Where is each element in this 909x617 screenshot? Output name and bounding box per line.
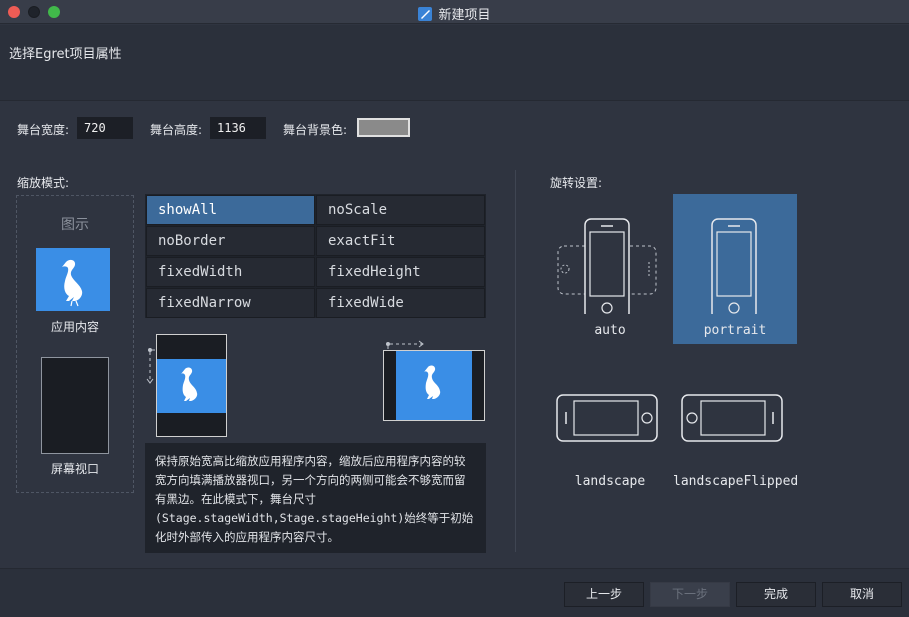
scale-mode-grid: showAll noScale noBorder exactFit fixedW… <box>145 194 486 318</box>
next-button[interactable]: 下一步 <box>650 582 730 607</box>
egret-app-icon <box>418 7 433 21</box>
scale-mode-noscale[interactable]: noScale <box>316 195 485 225</box>
stage-height-input[interactable]: 1136 <box>210 117 266 139</box>
showall-portrait-diagram <box>156 334 227 437</box>
stage-bg-color-picker[interactable] <box>357 118 410 137</box>
page-title: 选择Egret项目属性 <box>9 47 122 62</box>
scale-mode-description: 保持原始宽高比缩放应用程序内容，缩放后应用程序内容的较宽方向填满播放器视口，另一… <box>145 443 486 553</box>
scale-mode-noborder[interactable]: noBorder <box>146 226 315 256</box>
scale-mode-fixedwide[interactable]: fixedWide <box>316 288 485 318</box>
screen-viewport-icon <box>41 357 109 454</box>
stage-width-input[interactable]: 720 <box>77 117 133 139</box>
rotation-landscape-label: landscape <box>574 474 646 489</box>
preview-title: 图示 <box>61 217 89 233</box>
header-band: 选择Egret项目属性 <box>0 25 909 101</box>
portrait-rotation-icon <box>711 218 757 320</box>
rotation-label: 旋转设置: <box>550 176 603 190</box>
rotation-option-portrait[interactable]: portrait <box>673 194 797 344</box>
scale-mode-label: 缩放模式: <box>17 176 70 190</box>
section-divider <box>515 170 516 552</box>
cancel-button[interactable]: 取消 <box>822 582 902 607</box>
stage-height-label: 舞台高度: <box>150 123 203 137</box>
stage-bg-label: 舞台背景色: <box>283 123 348 137</box>
scale-mode-showall[interactable]: showAll <box>146 195 315 225</box>
title-bar: 新建项目 <box>0 0 909 24</box>
scale-preview-legend: 图示 应用内容 屏幕视口 <box>16 195 134 493</box>
showall-landscape-diagram <box>383 350 485 421</box>
screen-viewport-label: 屏幕视口 <box>50 462 99 476</box>
rotation-option-auto[interactable]: auto <box>548 194 672 344</box>
prev-button[interactable]: 上一步 <box>564 582 644 607</box>
scale-mode-fixedwidth[interactable]: fixedWidth <box>146 257 315 287</box>
app-content-icon <box>36 248 110 311</box>
finish-button[interactable]: 完成 <box>736 582 816 607</box>
app-content-label: 应用内容 <box>50 320 99 334</box>
window-title: 新建项目 <box>438 8 491 23</box>
rotation-portrait-label: portrait <box>703 323 767 338</box>
rotation-auto-label: auto <box>594 323 626 338</box>
scale-mode-exactfit[interactable]: exactFit <box>316 226 485 256</box>
scale-mode-fixedheight[interactable]: fixedHeight <box>316 257 485 287</box>
rotation-landscapeflipped-label: landscapeFlipped <box>673 474 799 489</box>
landscape-rotation-icon <box>556 394 658 442</box>
scale-mode-fixednarrow[interactable]: fixedNarrow <box>146 288 315 318</box>
rotation-option-landscapeflipped[interactable]: landscapeFlipped <box>673 392 799 492</box>
auto-rotation-icon <box>557 218 657 320</box>
stage-width-label: 舞台宽度: <box>17 123 70 137</box>
rotation-option-landscape[interactable]: landscape <box>548 392 672 492</box>
landscape-flipped-rotation-icon <box>681 394 783 442</box>
